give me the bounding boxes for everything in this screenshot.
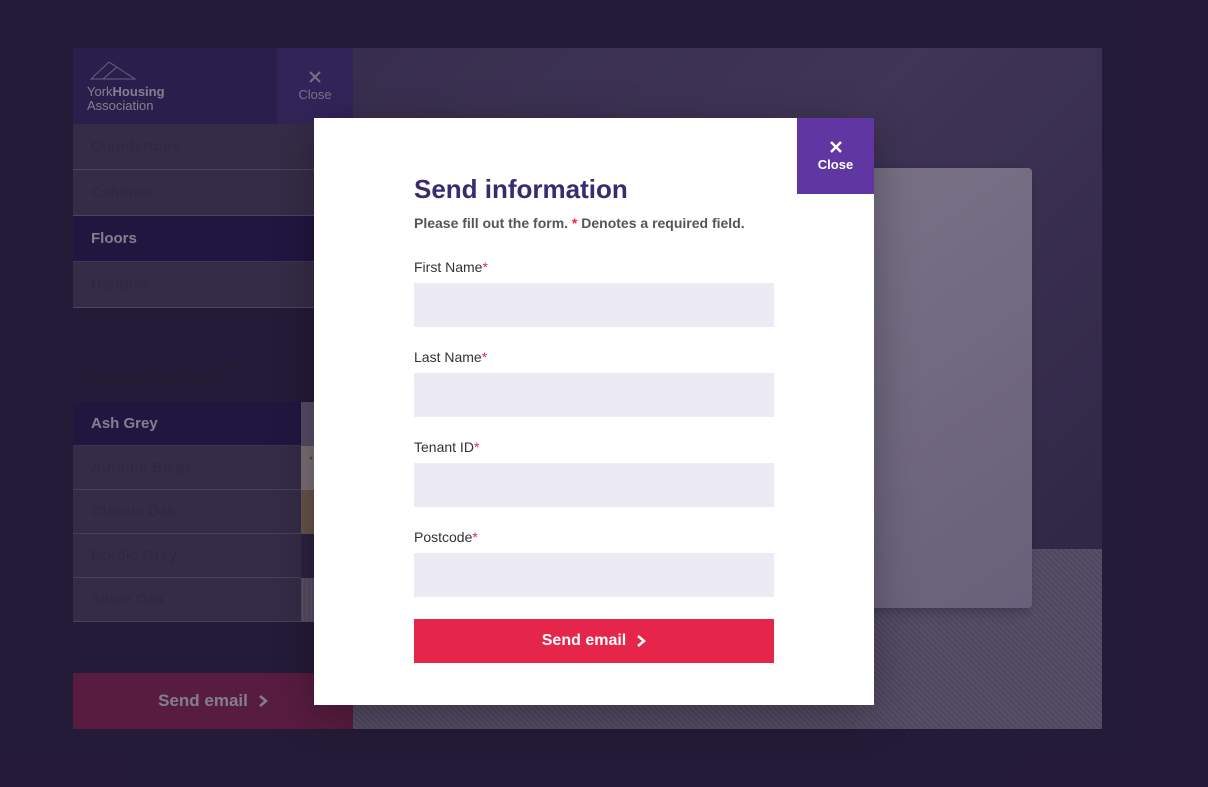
modal-subtitle: Please fill out the form. * Denotes a re… xyxy=(414,215,774,231)
required-indicator: * xyxy=(472,529,477,545)
postcode-label: Postcode* xyxy=(414,529,774,545)
form-group-first-name: First Name* xyxy=(414,259,774,327)
modal-subtitle-pre: Please fill out the form. xyxy=(414,215,572,231)
label-text: Last Name xyxy=(414,349,482,365)
last-name-label: Last Name* xyxy=(414,349,774,365)
send-email-button[interactable]: Send email xyxy=(414,619,774,663)
label-text: Tenant ID xyxy=(414,439,474,455)
label-text: Postcode xyxy=(414,529,472,545)
postcode-field[interactable] xyxy=(414,553,774,597)
modal-content: Send information Please fill out the for… xyxy=(314,118,874,703)
label-text: First Name xyxy=(414,259,482,275)
form-group-postcode: Postcode* xyxy=(414,529,774,597)
modal-close-label: Close xyxy=(818,157,853,172)
required-indicator: * xyxy=(474,439,479,455)
first-name-label: First Name* xyxy=(414,259,774,275)
modal-title: Send information xyxy=(414,174,774,205)
form-group-tenant-id: Tenant ID* xyxy=(414,439,774,507)
modal-close-button[interactable]: Close xyxy=(797,118,874,194)
first-name-field[interactable] xyxy=(414,283,774,327)
chevron-right-icon xyxy=(636,634,646,648)
last-name-field[interactable] xyxy=(414,373,774,417)
send-information-modal: Close Send information Please fill out t… xyxy=(314,118,874,705)
send-email-label: Send email xyxy=(542,632,626,650)
form-group-last-name: Last Name* xyxy=(414,349,774,417)
required-indicator: * xyxy=(482,349,487,365)
tenant-id-field[interactable] xyxy=(414,463,774,507)
required-indicator: * xyxy=(482,259,487,275)
tenant-id-label: Tenant ID* xyxy=(414,439,774,455)
close-icon xyxy=(830,141,842,153)
modal-subtitle-post: Denotes a required field. xyxy=(577,215,744,231)
